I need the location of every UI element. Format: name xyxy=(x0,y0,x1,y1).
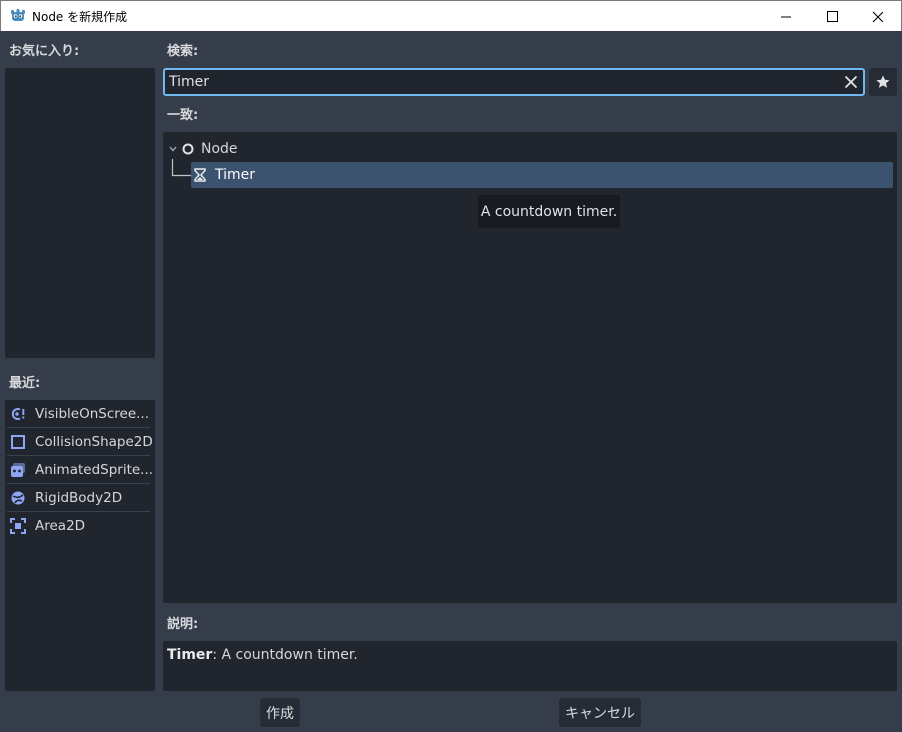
favorite-toggle-button[interactable] xyxy=(869,68,897,96)
recent-item-rigid-body-2d[interactable]: RigidBody2D xyxy=(5,484,155,511)
animated-sprite-2d-icon xyxy=(10,462,26,478)
window-title: Node を新規作成 xyxy=(32,9,128,24)
tree-connector xyxy=(171,159,191,177)
description-class-name: Timer xyxy=(167,647,213,663)
recent-item-label: CollisionShape2D xyxy=(35,433,153,450)
matches-label: 一致: xyxy=(167,108,199,123)
close-window-button[interactable] xyxy=(855,1,901,32)
godot-logo-icon xyxy=(10,8,26,24)
tree-item-timer-content: Timer xyxy=(193,165,255,185)
rigid-body-2d-icon xyxy=(10,490,26,506)
recent-item-visible-on-screen[interactable]: VisibleOnScree... xyxy=(5,400,155,427)
tree-item-timer[interactable] xyxy=(191,162,893,188)
recent-list[interactable]: VisibleOnScree... CollisionShape2D Anima… xyxy=(5,400,155,691)
description-label: 説明: xyxy=(167,617,199,632)
description-text: : A countdown timer. xyxy=(212,647,358,663)
title-bar: Node を新規作成 xyxy=(0,0,902,31)
recent-item-label: Area2D xyxy=(35,517,86,534)
search-input[interactable] xyxy=(165,74,825,90)
node-icon xyxy=(182,143,194,155)
visible-on-screen-notifier-icon xyxy=(10,406,26,422)
maximize-icon xyxy=(826,11,838,22)
favorites-list[interactable] xyxy=(5,68,155,358)
clear-icon xyxy=(844,75,858,89)
tree-item-label: Node xyxy=(201,141,238,157)
recent-item-area-2d[interactable]: Area2D xyxy=(5,512,155,539)
clear-search-button[interactable] xyxy=(843,74,859,90)
cancel-button[interactable]: キャンセル xyxy=(559,698,641,727)
chevron-down-icon[interactable] xyxy=(168,144,178,154)
maximize-button[interactable] xyxy=(809,1,855,32)
minimize-icon xyxy=(780,16,791,18)
tree-item-node[interactable]: Node xyxy=(168,139,238,159)
create-button[interactable]: 作成 xyxy=(260,698,300,727)
search-box xyxy=(163,68,865,96)
timer-icon xyxy=(194,168,206,182)
minimize-button[interactable] xyxy=(763,1,809,32)
recent-label: 最近: xyxy=(9,376,41,391)
recent-item-label: RigidBody2D xyxy=(35,489,123,506)
recent-item-animated-sprite[interactable]: AnimatedSprite... xyxy=(5,456,155,483)
tooltip: A countdown timer. xyxy=(478,195,620,228)
tree-item-label: Timer xyxy=(215,167,256,183)
search-label: 検索: xyxy=(167,44,199,59)
collision-shape-2d-icon xyxy=(10,434,26,450)
create-node-dialog: お気に入り: 最近: VisibleOnScree... CollisionSh… xyxy=(1,31,901,731)
recent-item-collision-shape-2d[interactable]: CollisionShape2D xyxy=(5,428,155,455)
close-icon xyxy=(872,11,884,22)
description-panel: Timer: A countdown timer. xyxy=(163,641,897,691)
recent-item-label: AnimatedSprite... xyxy=(35,461,154,478)
favorites-label: お気に入り: xyxy=(9,44,80,59)
recent-item-label: VisibleOnScree... xyxy=(35,405,150,422)
area-2d-icon xyxy=(10,517,26,534)
star-icon xyxy=(876,75,890,88)
